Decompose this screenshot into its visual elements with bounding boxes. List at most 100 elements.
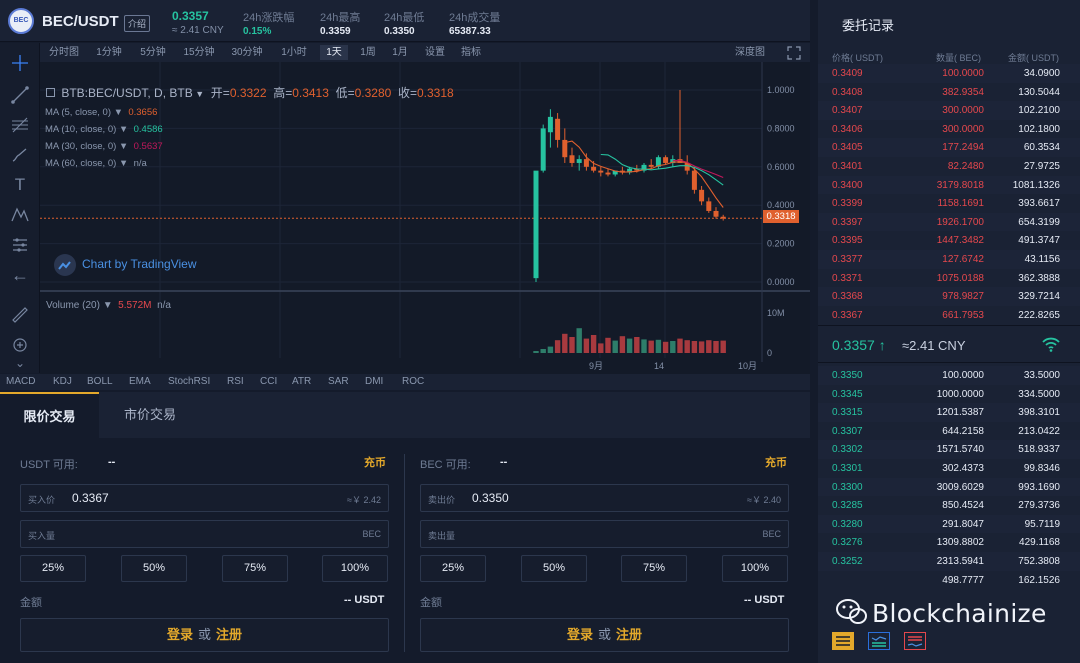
ma-5-row[interactable]: MA (5, close, 0) ▼ 0.3656 [45, 104, 163, 121]
legend-collapse-icon[interactable] [46, 88, 55, 97]
ask-row[interactable]: 0.3371 1075.0188 362.3888 [818, 268, 1080, 288]
buy-deposit-link[interactable]: 充币 [364, 454, 386, 470]
ask-row[interactable]: 0.3408 382.9354 130.5044 [818, 82, 1080, 102]
buy-pct-25-button[interactable]: 25% [20, 555, 86, 582]
book-bids-icon[interactable] [868, 632, 890, 650]
ind-cci[interactable]: CCI [260, 376, 277, 387]
ind-dmi[interactable]: DMI [365, 376, 383, 387]
open-label: 开= [210, 86, 230, 100]
buy-pct-75-button[interactable]: 75% [222, 555, 288, 582]
depth-chart-button[interactable]: 深度图 [730, 45, 770, 60]
tradingview-attribution[interactable]: Chart by TradingView [54, 254, 197, 276]
tf-1h[interactable]: 1小时 [274, 45, 314, 60]
tf-1w[interactable]: 1周 [354, 45, 382, 60]
tf-line[interactable]: 分时图 [44, 45, 84, 60]
tf-15m[interactable]: 15分钟 [178, 45, 220, 60]
ma-60-row[interactable]: MA (60, close, 0) ▼ n/a [45, 155, 163, 172]
bid-row[interactable]: 0.3302 1571.5740 518.9337 [818, 440, 1080, 459]
ask-row[interactable]: 0.3401 82.2480 27.9725 [818, 157, 1080, 176]
ask-row[interactable]: 0.3405 177.2494 60.3534 [818, 138, 1080, 157]
bid-row[interactable]: 498.7777 162.1526 [818, 570, 1080, 590]
ask-row[interactable]: 0.3397 1926.1700 654.3199 [818, 212, 1080, 232]
settings-button[interactable]: 设置 [420, 45, 450, 60]
ask-amount: 329.7214 [1018, 291, 1060, 303]
ind-macd[interactable]: MACD [6, 376, 35, 387]
ind-boll[interactable]: BOLL [87, 376, 113, 387]
buy-price-input[interactable]: 买入价 0.3367 ≈￥ 2.42 [20, 484, 389, 512]
pattern-icon[interactable] [10, 205, 30, 225]
sell-price-input[interactable]: 卖出价 0.3350 ≈￥ 2.40 [420, 484, 789, 512]
ask-row[interactable]: 0.3407 300.0000 102.2100 [818, 101, 1080, 120]
ma-10-row[interactable]: MA (10, close, 0) ▼ 0.4586 [45, 121, 163, 138]
tf-1mo[interactable]: 1月 [386, 45, 414, 60]
bid-row[interactable]: 0.3300 3009.6029 993.1690 [818, 477, 1080, 497]
volume-bar [713, 341, 719, 353]
buy-quantity-input[interactable]: 买入量 BEC [20, 520, 389, 548]
buy-pct-50-button[interactable]: 50% [121, 555, 187, 582]
ind-sar[interactable]: SAR [328, 376, 349, 387]
tab-market-order[interactable]: 市价交易 [100, 392, 200, 438]
measure-icon[interactable] [10, 235, 30, 255]
sell-pct-50-button[interactable]: 50% [521, 555, 587, 582]
indicators-button[interactable]: 指标 [456, 45, 486, 60]
tab-limit-order[interactable]: 限价交易 [0, 392, 99, 438]
ask-row[interactable]: 0.3395 1447.3482 491.3747 [818, 231, 1080, 250]
price-tick-label: 0.4000 [767, 200, 795, 210]
buy-pct-100-button[interactable]: 100% [322, 555, 388, 582]
brush-icon[interactable] [10, 145, 30, 165]
legend-title[interactable]: BTB:BEC/USDT, D, BTB [61, 86, 192, 100]
tf-1d[interactable]: 1天 [320, 45, 348, 60]
bid-row[interactable]: 0.3345 1000.0000 334.5000 [818, 384, 1080, 404]
ask-row[interactable]: 0.3399 1158.1691 393.6617 [818, 194, 1080, 213]
pair-title[interactable]: BEC/USDT [42, 13, 119, 30]
book-both-icon[interactable] [832, 632, 854, 650]
book-asks-icon[interactable] [904, 632, 926, 650]
ind-roc[interactable]: ROC [402, 376, 424, 387]
tf-30m[interactable]: 30分钟 [226, 45, 268, 60]
sell-pct-25-button[interactable]: 25% [420, 555, 486, 582]
ask-row[interactable]: 0.3406 300.0000 102.1800 [818, 119, 1080, 139]
tf-1m[interactable]: 1分钟 [90, 45, 128, 60]
ask-row[interactable]: 0.3368 978.9827 329.7214 [818, 287, 1080, 306]
sell-deposit-link[interactable]: 充币 [765, 454, 787, 470]
bid-row[interactable]: 0.3285 850.4524 279.3736 [818, 496, 1080, 515]
trendline-icon[interactable] [10, 85, 30, 105]
bid-row[interactable]: 0.3307 644.2158 213.0422 [818, 421, 1080, 441]
ask-price: 0.3400 [832, 179, 863, 191]
sell-quantity-input[interactable]: 卖出量 BEC [420, 520, 789, 548]
back-arrow-icon[interactable]: ← [10, 265, 30, 285]
price-chart[interactable]: 1.0000 0.8000 0.6000 0.4000 0.2000 0.0000 10M 0… [40, 62, 810, 374]
ask-row[interactable]: 0.3377 127.6742 43.1156 [818, 250, 1080, 269]
bid-row[interactable]: 0.3315 1201.5387 398.3101 [818, 403, 1080, 422]
sell-pct-75-button[interactable]: 75% [621, 555, 687, 582]
bid-row[interactable]: 0.3280 291.8047 95.7119 [818, 514, 1080, 534]
zoom-in-icon[interactable] [10, 335, 30, 355]
crosshair-icon[interactable] [10, 53, 30, 73]
ask-row[interactable]: 0.3400 3179.8018 1081.1326 [818, 175, 1080, 195]
ind-ema[interactable]: EMA [129, 376, 151, 387]
ind-atr[interactable]: ATR [292, 376, 311, 387]
bid-row[interactable]: 0.3252 2313.5941 752.3808 [818, 552, 1080, 571]
fullscreen-icon[interactable] [786, 45, 802, 60]
volume-bar [547, 346, 554, 353]
sell-login-button[interactable]: 登录或注册 [420, 618, 789, 652]
bid-row[interactable]: 0.3301 302.4373 99.8346 [818, 459, 1080, 478]
tf-5m[interactable]: 5分钟 [134, 45, 172, 60]
sell-pct-100-button[interactable]: 100% [722, 555, 788, 582]
chevron-down-icon[interactable]: ⌄ [10, 353, 30, 373]
text-tool-icon[interactable]: T [10, 175, 30, 195]
ask-row[interactable]: 0.3409 100.0000 34.0900 [818, 64, 1080, 83]
bid-row[interactable]: 0.3350 100.0000 33.5000 [818, 366, 1080, 385]
buy-amount-value: -- USDT [344, 594, 385, 606]
bid-row[interactable]: 0.3276 1309.8802 429.1168 [818, 533, 1080, 552]
ind-stochrsi[interactable]: StochRSI [168, 376, 210, 387]
ruler-icon[interactable] [10, 305, 30, 325]
buy-login-button[interactable]: 登录或注册 [20, 618, 389, 652]
fib-retracement-icon[interactable] [10, 115, 30, 135]
ind-kdj[interactable]: KDJ [53, 376, 72, 387]
ma-legend: MA (5, close, 0) ▼ 0.3656 MA (10, close,… [45, 104, 163, 172]
ask-row[interactable]: 0.3367 661.7953 222.8265 [818, 305, 1080, 325]
intro-button[interactable]: 介绍 [124, 15, 151, 32]
ma-30-row[interactable]: MA (30, close, 0) ▼ 0.5637 [45, 138, 163, 155]
ind-rsi[interactable]: RSI [227, 376, 244, 387]
